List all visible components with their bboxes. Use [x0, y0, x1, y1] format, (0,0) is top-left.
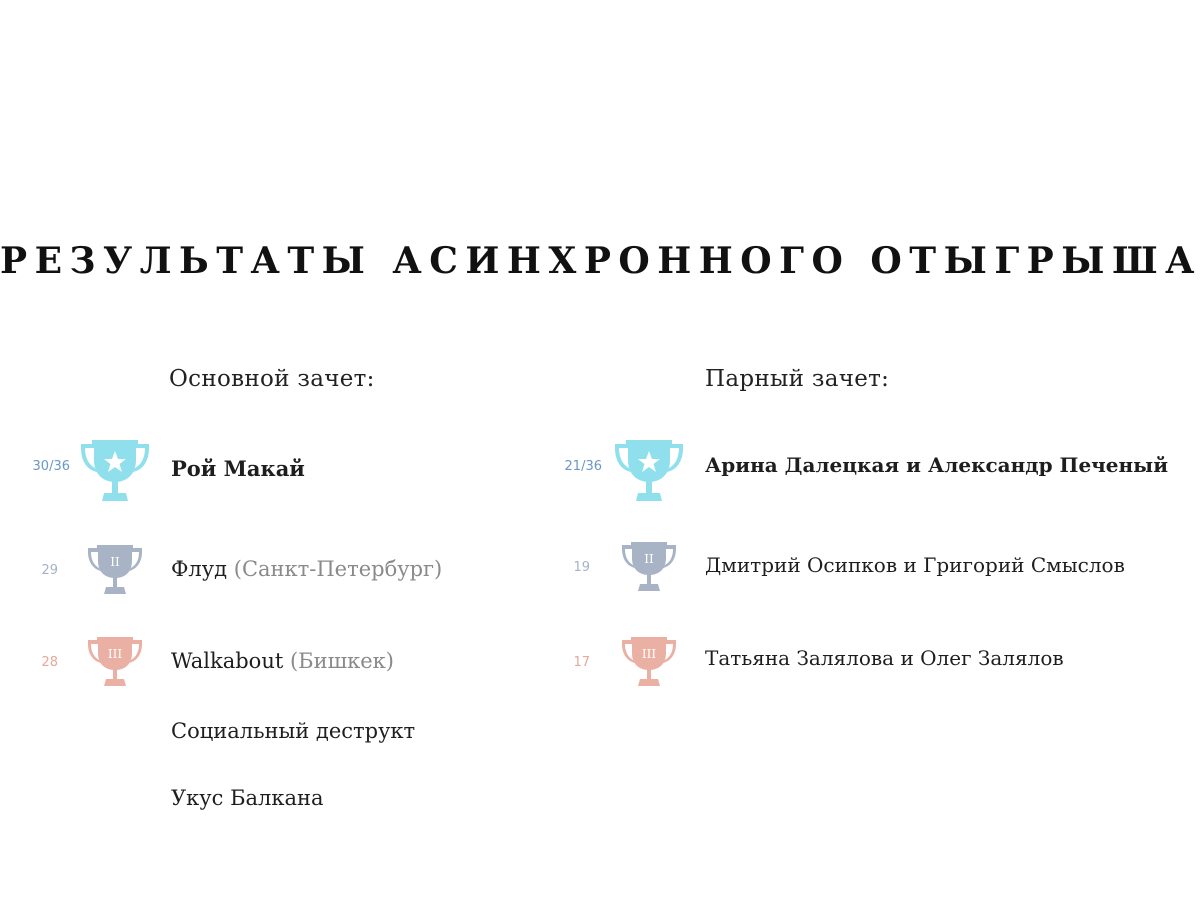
- gold-trophy-icon: [81, 440, 149, 501]
- team-city: (Бишкек): [289, 649, 394, 673]
- pairs-place-3-name: Татьяна Залялова и Олег Залялов: [705, 646, 1064, 670]
- pairs-standings-heading: Парный зачет:: [705, 366, 890, 392]
- score-label: 19: [573, 560, 590, 575]
- page-title: РЕЗУЛЬТАТЫ АСИНХРОННОГО ОТЫГРЫША: [0, 240, 1200, 282]
- silver-trophy-icon: II: [88, 545, 142, 594]
- score-label: 17: [573, 655, 590, 670]
- pairs-place-1-name: Арина Далецкая и Александр Печеный: [705, 453, 1169, 477]
- bronze-trophy-icon: III: [88, 637, 142, 686]
- main-other-team: Социальный деструкт: [171, 719, 416, 743]
- main-place-1-name: Рой Макай: [171, 456, 305, 481]
- pairs-place-2-name: Дмитрий Осипков и Григорий Смыслов: [705, 553, 1125, 577]
- score-label: 29: [41, 563, 58, 578]
- main-place-2-name: Флуд (Санкт-Петербург): [171, 557, 443, 581]
- team-city: (Санкт-Петербург): [233, 557, 443, 581]
- main-other-team: Укус Балкана: [171, 786, 324, 810]
- trophy-numeral: II: [644, 552, 654, 566]
- score-label: 21/36: [564, 459, 602, 474]
- score-label: 28: [41, 655, 58, 670]
- main-standings-heading: Основной зачет:: [169, 366, 375, 392]
- trophy-numeral: II: [110, 555, 120, 569]
- score-label: 30/36: [32, 459, 70, 474]
- trophy-numeral: III: [642, 647, 656, 661]
- bronze-trophy-icon: III: [622, 637, 676, 686]
- gold-trophy-icon: [615, 440, 683, 501]
- main-place-3-name: Walkabout (Бишкек): [171, 649, 394, 673]
- trophy-numeral: III: [108, 647, 122, 661]
- silver-trophy-icon: II: [622, 542, 676, 591]
